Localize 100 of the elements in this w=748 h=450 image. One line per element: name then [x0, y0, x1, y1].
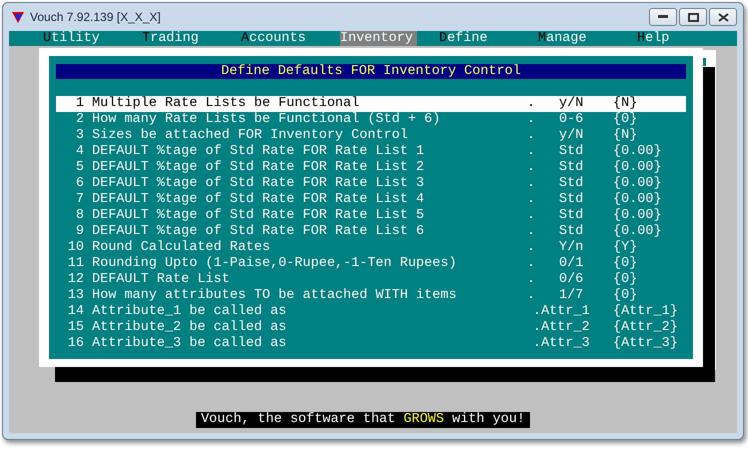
setting-label: DEFAULT %tage of Std Rate FOR Rate List 6: [92, 224, 426, 240]
setting-hint: Std: [559, 176, 584, 192]
menu-item[interactable]: Trading: [142, 31, 203, 46]
setting-row[interactable]: 12 DEFAULT Rate List . 0/6 {0}: [56, 272, 686, 288]
separator-dot: .: [527, 272, 536, 288]
setting-value: {0.00}: [613, 192, 663, 208]
setting-value: {0}: [613, 288, 638, 304]
setting-value: {0.00}: [613, 208, 663, 224]
setting-row[interactable]: 8 DEFAULT %tage of Std Rate FOR Rate List 5 . Std {0.00}: [56, 208, 686, 224]
setting-label: DEFAULT %tage of Std Rate FOR Rate List 5: [92, 208, 426, 224]
row-number: 7: [74, 192, 84, 208]
row-number: 15: [66, 320, 84, 336]
minimize-icon: [658, 15, 668, 19]
setting-row[interactable]: 3 Sizes be attached FOR Inventory Control . y/N {N}: [56, 128, 686, 144]
row-number: 16: [66, 336, 84, 352]
setting-row[interactable]: 11 Rounding Upto (1-Paise,0-Rupee,-1-Ten Rupees) . 0/1 {0}: [56, 256, 686, 272]
setting-label: Round Calculated Rates: [92, 240, 272, 256]
app-logo-icon: [11, 10, 25, 24]
menu-item[interactable]: Manage: [538, 31, 591, 46]
menu-item[interactable]: Inventory: [340, 31, 417, 46]
setting-label: Attribute_3 be called as: [92, 336, 288, 352]
separator-dot: .: [527, 144, 536, 160]
row-number: 4: [74, 144, 84, 160]
setting-hint: y/N: [559, 128, 584, 144]
row-number: 5: [74, 160, 84, 176]
setting-label: Multiple Rate Lists be Functional: [92, 96, 360, 112]
setting-label: Attribute_1 be called as: [92, 304, 288, 320]
setting-value: {0}: [613, 112, 638, 128]
setting-value: {N}: [613, 96, 638, 112]
setting-value: {0.00}: [613, 160, 663, 176]
setting-value: {0}: [613, 272, 638, 288]
setting-hint: Std: [559, 208, 584, 224]
maximize-button[interactable]: [679, 8, 707, 26]
setting-value: {0.00}: [613, 176, 663, 192]
setting-value: {N}: [613, 128, 638, 144]
maximize-icon: [688, 12, 698, 22]
setting-hint: 0/1: [559, 256, 584, 272]
close-button[interactable]: [709, 8, 737, 26]
separator-dot: .: [527, 176, 536, 192]
setting-row[interactable]: 2 How many Rate Lists be Functional (Std + 6) . 0-6 {0}: [56, 112, 686, 128]
separator-dot: .: [527, 288, 536, 304]
setting-label: How many Rate Lists be Functional (Std + 6): [92, 112, 442, 128]
setting-value: {Attr_2}: [613, 320, 679, 336]
setting-hint: Std: [559, 144, 584, 160]
setting-hint: .Attr_1: [532, 304, 591, 320]
setting-row[interactable]: 4 DEFAULT %tage of Std Rate FOR Rate List 1 . Std {0.00}: [56, 144, 686, 160]
row-number: 6: [74, 176, 84, 192]
setting-row[interactable]: 9 DEFAULT %tage of Std Rate FOR Rate List 6 . Std {0.00}: [56, 224, 686, 240]
setting-row[interactable]: 1 Multiple Rate Lists be Functional . y/N {N}: [56, 96, 686, 112]
setting-label: Rounding Upto (1-Paise,0-Rupee,-1-Ten Rupees): [92, 256, 458, 272]
menu-item[interactable]: Utility: [43, 31, 104, 46]
setting-label: How many attributes TO be attached WITH items: [92, 288, 458, 304]
separator-dot: .: [527, 240, 536, 256]
setting-label: DEFAULT %tage of Std Rate FOR Rate List 4: [92, 192, 426, 208]
minimize-button[interactable]: [649, 8, 677, 26]
setting-value: {0}: [613, 256, 638, 272]
setting-hint: .Attr_3: [532, 336, 591, 352]
separator-dot: .: [527, 192, 536, 208]
dialog-title: Define Defaults FOR Inventory Control: [56, 64, 686, 79]
setting-row[interactable]: 16 Attribute_3 be called as .Attr_3 {Attr_3}: [56, 336, 686, 352]
setting-value: {Attr_3}: [613, 336, 679, 352]
separator-dot: .: [527, 96, 536, 112]
setting-hint: .Attr_2: [532, 320, 591, 336]
setting-value: {0.00}: [613, 224, 663, 240]
menu-item[interactable]: Accounts: [241, 31, 310, 46]
row-number: 12: [66, 272, 84, 288]
separator-dot: .: [527, 112, 536, 128]
setting-row[interactable]: 7 DEFAULT %tage of Std Rate FOR Rate List 4 . Std {0.00}: [56, 192, 686, 208]
setting-row[interactable]: 14 Attribute_1 be called as .Attr_1 {Attr_1}: [56, 304, 686, 320]
row-number: 9: [74, 224, 84, 240]
setting-hint: y/N: [559, 96, 584, 112]
status-text: Vouch, the software that GROWS with you!: [196, 412, 530, 428]
setting-row[interactable]: 13 How many attributes TO be attached WITH items . 1/7 {0}: [56, 288, 686, 304]
setting-label: DEFAULT %tage of Std Rate FOR Rate List 2: [92, 160, 426, 176]
setting-value: {Attr_1}: [613, 304, 679, 320]
setting-row[interactable]: 15 Attribute_2 be called as .Attr_2 {Attr_2}: [56, 320, 686, 336]
setting-row[interactable]: 5 DEFAULT %tage of Std Rate FOR Rate List 2 . Std {0.00}: [56, 160, 686, 176]
row-number: 1: [74, 96, 84, 112]
setting-hint: Std: [559, 224, 584, 240]
setting-hint: 0/6: [559, 272, 584, 288]
setting-row[interactable]: 6 DEFAULT %tage of Std Rate FOR Rate List 3 . Std {0.00}: [56, 176, 686, 192]
separator-dot: .: [527, 256, 536, 272]
setting-label: Attribute_2 be called as: [92, 320, 288, 336]
row-number: 14: [66, 304, 84, 320]
setting-label: DEFAULT %tage of Std Rate FOR Rate List 3: [92, 176, 426, 192]
row-number: 3: [74, 128, 84, 144]
setting-label: DEFAULT %tage of Std Rate FOR Rate List 1: [92, 144, 426, 160]
setting-hint: Y/n: [559, 240, 584, 256]
row-number: 10: [66, 240, 84, 256]
menu-item[interactable]: Define: [439, 31, 492, 46]
close-icon: [718, 12, 728, 22]
setting-label: DEFAULT Rate List: [92, 272, 231, 288]
menu-item[interactable]: Help: [637, 31, 674, 46]
setting-hint: 1/7: [559, 288, 584, 304]
window-title: Vouch 7.92.139 [X_X_X]: [30, 10, 161, 24]
setting-hint: Std: [559, 160, 584, 176]
row-number: 2: [74, 112, 84, 128]
setting-label: Sizes be attached FOR Inventory Control: [92, 128, 409, 144]
setting-value: {Y}: [613, 240, 638, 256]
setting-row[interactable]: 10 Round Calculated Rates . Y/n {Y}: [56, 240, 686, 256]
